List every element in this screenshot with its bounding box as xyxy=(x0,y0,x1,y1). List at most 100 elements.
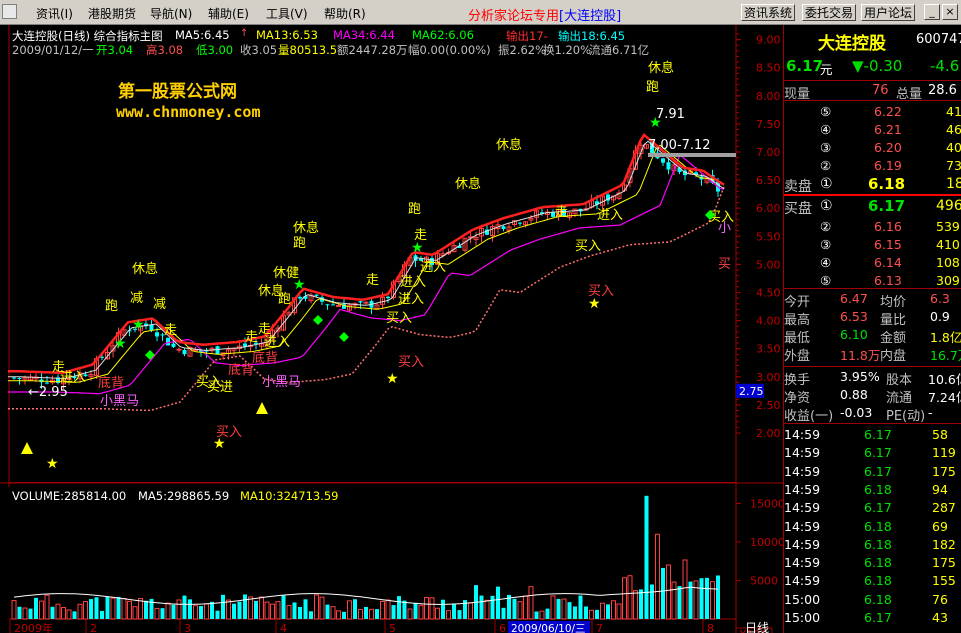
volume-bar xyxy=(358,608,363,620)
chart-area[interactable]: 大连控股(日线) 综合指标主图 MA5:6.45 ↑ MA13:6.53 MA3… xyxy=(0,25,783,633)
tick-volume: 76 xyxy=(932,591,948,607)
price-axis-label: 6.00 xyxy=(756,202,781,215)
app-icon[interactable] xyxy=(2,4,17,19)
ask-level-num: ⑤ xyxy=(820,104,832,119)
chart-annotation: 底背 xyxy=(252,350,278,366)
tick-time: 14:59 xyxy=(784,500,821,516)
price-axis-label: 6.50 xyxy=(756,174,781,187)
tick-price: 6.17 xyxy=(864,445,892,461)
volume-bar xyxy=(199,606,203,619)
volume-bar xyxy=(677,586,682,619)
menu-navigate[interactable]: 导航(N) xyxy=(150,5,192,22)
tick-time: 14:59 xyxy=(784,573,821,589)
chart-annotation: 进入 xyxy=(264,335,290,350)
volume-bar xyxy=(144,600,148,619)
stat-label: 今开 xyxy=(784,295,811,310)
star-icon: ★ xyxy=(46,456,59,472)
volume-bar xyxy=(710,581,715,620)
chart-annotation: 跑 xyxy=(646,80,659,95)
price-axis-label: 5.50 xyxy=(756,230,781,243)
stat-label: 最高 xyxy=(784,313,811,328)
chart-annotation: 减 xyxy=(153,297,166,312)
date-axis-label: 7 xyxy=(596,622,603,633)
volume-bar xyxy=(682,559,688,620)
menu-tools[interactable]: 工具(V) xyxy=(266,5,308,22)
price-axis-label: 8.00 xyxy=(756,90,781,103)
minimize-icon[interactable]: _ xyxy=(924,4,940,20)
volume-bar xyxy=(407,608,413,620)
stat-label: 均价 xyxy=(880,295,907,310)
volume-bar xyxy=(479,595,484,619)
bid1-volume: 496 xyxy=(936,198,961,214)
volume-bar xyxy=(655,533,660,620)
volume-bar xyxy=(165,602,171,620)
volume-bar xyxy=(204,603,209,620)
info-system-button[interactable]: 资讯系统 xyxy=(741,4,796,21)
menu-bar: 资讯(I) 港股期货 导航(N) 辅助(E) 工具(V) 帮助(R) 分析家论坛… xyxy=(0,0,961,25)
chart-annotation: 底背 xyxy=(228,362,254,378)
price-chart[interactable]: 9.00 8.50 8.00 7.50 7.00 6.50 6.00 5.50 5.00 4.50… xyxy=(0,25,783,487)
stat-label: 最低 xyxy=(784,331,811,346)
volume-bar xyxy=(259,596,264,620)
tick-volume: 43 xyxy=(932,610,948,625)
chart-annotation: ←2.95 xyxy=(28,385,68,400)
ask1-volume: 18 xyxy=(946,176,961,192)
chart-annotation: 减 xyxy=(130,291,143,306)
trade-button[interactable]: 委托交易 xyxy=(802,4,857,21)
date-axis-label: 2009年 xyxy=(14,621,53,633)
tick-volume: 94 xyxy=(932,481,948,497)
period-label: 日线 xyxy=(745,621,769,633)
volume-bar xyxy=(44,594,50,620)
volume-bar xyxy=(171,604,176,619)
chart-annotation: 小黑马 xyxy=(262,375,301,390)
tick-time: 14:59 xyxy=(784,536,821,552)
volume-bar xyxy=(693,580,699,620)
chart-annotation: 休息 xyxy=(132,261,158,277)
volume-bar xyxy=(457,610,462,619)
price-axis-label: 2.00 xyxy=(756,427,781,440)
volume-bar xyxy=(105,596,110,619)
menu-hk-futures[interactable]: 港股期货 xyxy=(88,5,136,22)
chart-annotation: 走 xyxy=(555,205,568,220)
chart-annotation: 走 xyxy=(245,330,258,345)
volume-bar xyxy=(55,603,61,620)
volume-ma5-label: MA5:298865.59 xyxy=(138,489,230,503)
star-icon: ★ xyxy=(386,371,399,387)
volume-bar xyxy=(127,600,132,620)
price-axis-label: 4.00 xyxy=(756,315,781,328)
last-price: 6.17 xyxy=(786,57,824,75)
tick-volume: 69 xyxy=(932,518,948,534)
menu-assist[interactable]: 辅助(E) xyxy=(208,5,249,22)
volume-bar xyxy=(561,598,567,620)
volume-bar xyxy=(545,608,550,619)
volume-bar xyxy=(160,608,165,619)
chart-annotation: 买入 xyxy=(575,239,601,254)
close-icon[interactable]: × xyxy=(942,4,958,20)
price-axis-label: 2.50 xyxy=(756,399,781,412)
menu-info[interactable]: 资讯(I) xyxy=(36,5,73,22)
volume-bar xyxy=(292,602,297,619)
user-forum-button[interactable]: 用户论坛 xyxy=(861,4,916,21)
price-axis-label: 3.00 xyxy=(756,371,781,384)
volume-chart[interactable]: 15000100005000X1002009年23456782009/06/10… xyxy=(0,482,783,633)
tick-time: 14:59 xyxy=(784,518,821,534)
stock-code: 600747 xyxy=(916,32,961,47)
volume-bar xyxy=(83,601,88,620)
volume-bar xyxy=(468,602,473,620)
chart-annotation: 进入 xyxy=(400,275,426,290)
tick-price: 6.17 xyxy=(864,427,892,442)
menu-help[interactable]: 帮助(R) xyxy=(324,5,366,22)
volume-bar xyxy=(325,604,330,619)
volume-bar xyxy=(72,611,77,619)
volume-bar xyxy=(716,575,720,619)
bid-price: 6.13 xyxy=(874,273,902,288)
diamond-icon xyxy=(339,332,349,342)
volume-bar xyxy=(188,599,192,619)
tick-time: 15:00 xyxy=(784,610,821,625)
candle-body xyxy=(17,377,22,379)
star-icon: ★ xyxy=(293,277,306,293)
chart-annotation: 进入 xyxy=(398,292,424,307)
candle-body xyxy=(166,337,170,346)
bid-price: 6.15 xyxy=(874,237,902,252)
triangle-icon xyxy=(256,402,268,414)
